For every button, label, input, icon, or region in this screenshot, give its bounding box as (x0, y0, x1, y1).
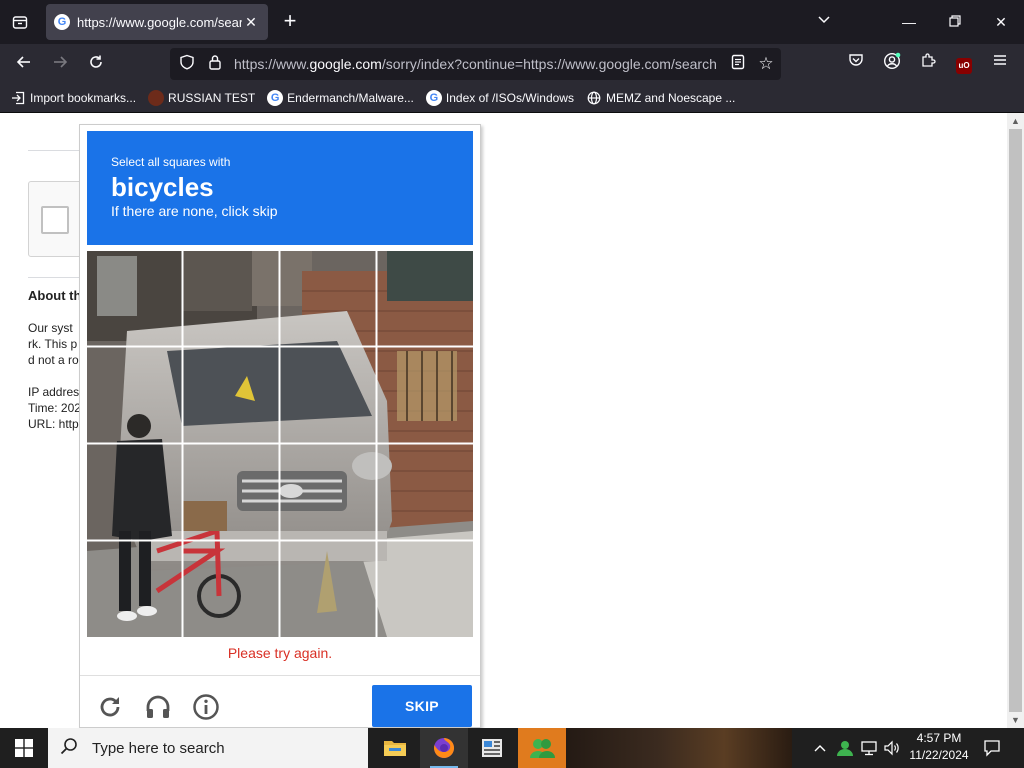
back-button[interactable] (11, 52, 37, 76)
search-placeholder: Type here to search (92, 739, 225, 757)
google-icon: G (267, 90, 284, 106)
extensions-icon[interactable] (915, 52, 941, 76)
folder-icon (384, 741, 406, 756)
bookmark-star-icon[interactable]: ☆ (751, 54, 781, 74)
instruction-text: Select all squares with (111, 155, 231, 169)
body-line: rk. This p (28, 337, 78, 351)
system-clock[interactable]: 4:57 PM 11/22/2024 (898, 730, 980, 766)
clock-time: 4:57 PM (916, 731, 962, 745)
tab-strip: G https://www.google.com/searc ✕ + — ✕ (0, 0, 1024, 44)
grid-lines (87, 251, 473, 637)
forward-button[interactable] (47, 52, 73, 76)
body-line: Our syst (28, 321, 73, 335)
navigation-toolbar: https://www.google.com/sorry/index?conti… (0, 44, 1024, 84)
recaptcha-checkbox[interactable] (41, 206, 69, 234)
taskbar-background-strip (566, 728, 792, 768)
google-icon: G (425, 90, 442, 106)
reload-challenge-icon[interactable] (96, 693, 124, 721)
globe-icon (586, 90, 602, 106)
audio-challenge-icon[interactable] (144, 693, 172, 721)
new-tab-button[interactable]: + (278, 10, 302, 34)
url-text[interactable]: https://www.google.com/sorry/index?conti… (234, 56, 725, 72)
close-window-icon[interactable]: ✕ (988, 10, 1014, 34)
network-icon[interactable] (860, 728, 882, 768)
scroll-down-icon[interactable]: ▼ (1007, 712, 1024, 728)
lock-icon[interactable] (204, 54, 226, 75)
firefox-icon (434, 737, 455, 758)
windows-taskbar: Type here to search 4:57 PM 11/22/2024 (0, 728, 1024, 768)
start-button[interactable] (0, 728, 48, 768)
news-icon (482, 739, 502, 757)
bookmark-label: Index of /ISOs/Windows (445, 91, 574, 105)
skip-button[interactable]: SKIP (372, 685, 472, 727)
file-explorer-app[interactable] (371, 728, 419, 768)
bookmark-index-isos[interactable]: G Index of /ISOs/Windows (425, 90, 574, 106)
pocket-icon[interactable] (843, 52, 869, 76)
info-icon[interactable] (192, 693, 220, 721)
bookmark-label: Endermanch/Malware... (287, 91, 414, 105)
bookmark-label: RUSSIAN TEST (168, 91, 256, 105)
taskbar-search-box[interactable]: Type here to search (48, 728, 368, 768)
body-line: d not a ro (28, 353, 79, 367)
bookmarks-toolbar: Import bookmarks... RUSSIAN TEST G Ender… (0, 84, 1024, 113)
captcha-error-message: Please try again. (227, 645, 333, 661)
page-scrollbar[interactable]: ▲ ▼ (1007, 113, 1024, 728)
bookmark-memz[interactable]: MEMZ and Noescape ... (586, 90, 735, 106)
browser-tab[interactable]: G https://www.google.com/searc ✕ (46, 4, 268, 40)
restore-icon[interactable] (942, 10, 968, 34)
scroll-thumb[interactable] (1009, 129, 1022, 712)
notifications-icon[interactable] (980, 728, 1004, 768)
tracking-protection-icon[interactable] (176, 54, 198, 75)
list-all-tabs-icon[interactable] (816, 12, 836, 32)
show-hidden-icons-icon[interactable] (814, 728, 834, 768)
about-heading: About th (28, 288, 82, 303)
firefox-app[interactable] (420, 728, 468, 768)
tab-title: https://www.google.com/searc (77, 14, 242, 30)
bookmark-label: MEMZ and Noescape ... (605, 91, 736, 105)
target-object-text: bicycles (111, 172, 214, 202)
users-icon (530, 739, 555, 758)
windows-logo-icon (15, 739, 33, 757)
bookmark-endermanch[interactable]: G Endermanch/Malware... (267, 90, 414, 106)
instruction-subtext: If there are none, click skip (111, 203, 278, 219)
captcha-image-grid (87, 251, 473, 637)
search-icon (60, 737, 84, 759)
firefox-view-icon[interactable] (8, 10, 32, 34)
account-icon[interactable] (879, 52, 905, 76)
google-favicon-icon: G (54, 14, 70, 30)
close-tab-icon[interactable]: ✕ (242, 14, 260, 31)
chat-app[interactable] (518, 728, 566, 768)
reader-view-icon[interactable] (725, 54, 751, 75)
reload-button[interactable] (83, 52, 109, 76)
clock-date: 11/22/2024 (909, 748, 969, 762)
bookmark-russian-test[interactable]: RUSSIAN TEST (148, 90, 255, 106)
footer-divider (80, 675, 480, 676)
menu-hamburger-icon[interactable] (987, 52, 1013, 76)
captcha-instructions: Select all squares with bicycles If ther… (87, 131, 473, 245)
news-app[interactable] (468, 728, 516, 768)
people-tray-icon[interactable] (836, 728, 856, 768)
scroll-up-icon[interactable]: ▲ (1007, 113, 1024, 129)
site-icon (148, 90, 165, 106)
captcha-challenge-popup: Select all squares with bicycles If ther… (79, 124, 481, 728)
ublock-origin-icon[interactable]: uO (951, 52, 977, 76)
import-icon (10, 90, 26, 106)
address-bar[interactable]: https://www.google.com/sorry/index?conti… (170, 48, 781, 80)
url-label: URL: http (28, 417, 79, 431)
bookmark-import[interactable]: Import bookmarks... (10, 90, 136, 106)
bookmark-label: Import bookmarks... (30, 91, 137, 105)
time-label: Time: 202 (28, 401, 81, 415)
ip-label: IP addres (28, 385, 80, 399)
minimize-icon[interactable]: — (896, 10, 922, 34)
